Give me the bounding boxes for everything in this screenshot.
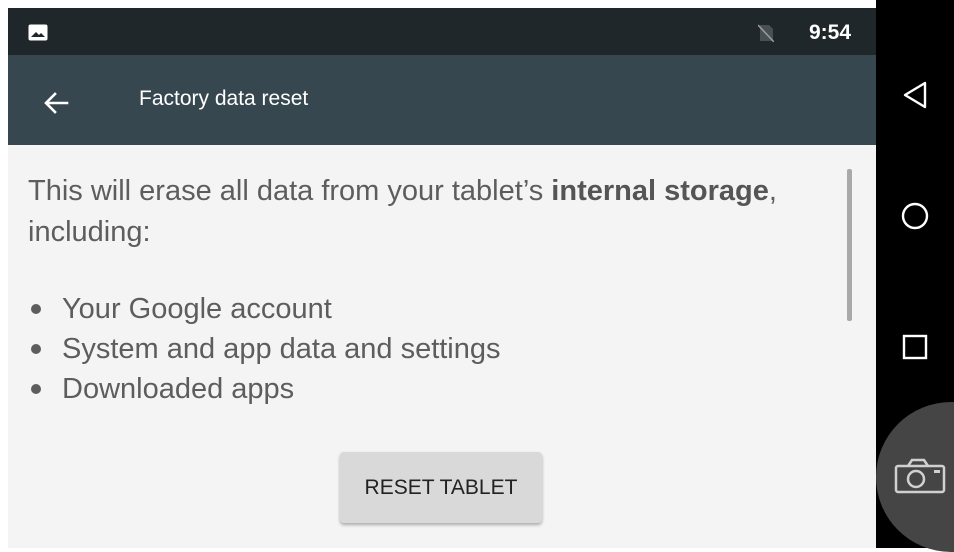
erase-items-list: Your Google account System and app data …	[28, 289, 501, 409]
back-button[interactable]	[32, 79, 80, 127]
camera-icon	[894, 458, 946, 494]
back-triangle-icon	[903, 81, 927, 109]
status-bar: 9:54	[8, 8, 876, 55]
home-circle-icon	[901, 202, 929, 230]
reset-tablet-button[interactable]: RESET TABLET	[340, 452, 542, 523]
description-text-start: This will erase all data from your table…	[28, 175, 552, 207]
bullet-icon	[31, 384, 41, 394]
nav-recents-button[interactable]	[876, 307, 954, 387]
bullet-icon	[31, 344, 41, 354]
list-item-label: System and app data and settings	[62, 333, 501, 365]
arrow-back-icon	[44, 92, 69, 114]
recents-square-icon	[902, 334, 928, 360]
list-item-label: Your Google account	[62, 293, 332, 325]
list-item: Your Google account	[28, 289, 501, 329]
no-sim-icon	[758, 24, 774, 42]
list-item-label: Downloaded apps	[62, 373, 295, 405]
nav-back-button[interactable]	[876, 55, 954, 135]
list-item: Downloaded apps	[28, 369, 501, 409]
scrollbar[interactable]	[847, 169, 852, 321]
bullet-icon	[31, 304, 41, 314]
navigation-bar	[876, 0, 954, 552]
reset-content: This will erase all data from your table…	[8, 145, 876, 548]
description-bold-storage: internal storage	[551, 175, 769, 207]
page-title: Factory data reset	[139, 87, 309, 110]
status-time: 9:54	[809, 21, 852, 44]
camera-button[interactable]	[876, 402, 954, 552]
image-notification-icon	[28, 24, 48, 41]
app-toolbar: Factory data reset	[8, 55, 876, 145]
list-item: System and app data and settings	[28, 329, 501, 369]
device-screen: 9:54 Factory data reset This will erase …	[8, 8, 876, 548]
reset-description: This will erase all data from your table…	[28, 171, 828, 253]
nav-home-button[interactable]	[876, 176, 954, 256]
